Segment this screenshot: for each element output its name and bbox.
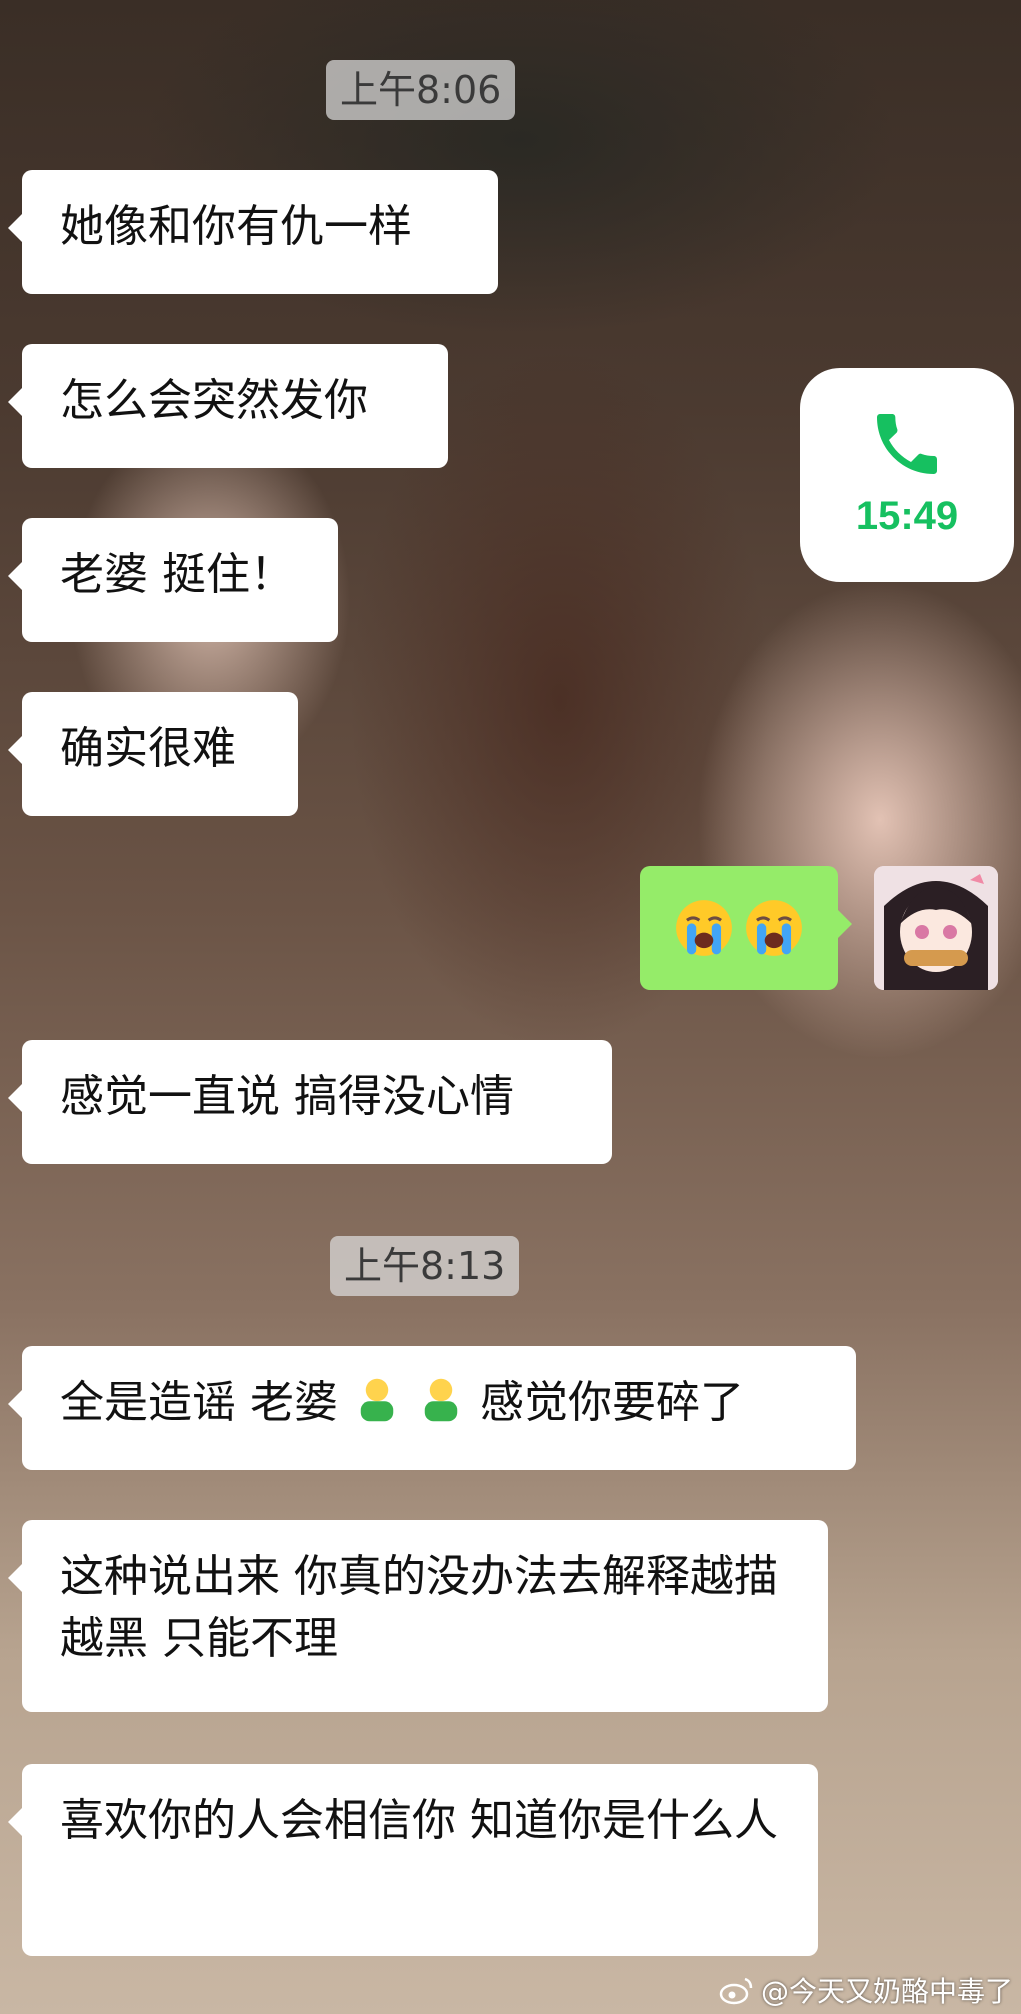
timestamp: 上午8:13 [330, 1236, 520, 1296]
loudly-crying-face-emoji [676, 900, 732, 956]
weibo-watermark: @今天又奶酪中毒了 [719, 1970, 1013, 2010]
message-bubble[interactable]: 确实很难 [8, 692, 298, 816]
message-text: 她像和你有仇一样 [60, 201, 412, 252]
message-text: 喜欢你的人会相信你 知道你是什么人 [60, 1795, 778, 1846]
message-bubble[interactable]: 老婆 挺住！ [8, 518, 338, 642]
message-bubble[interactable]: 全是造谣 老婆 感觉你要碎了 [8, 1346, 856, 1470]
timestamp: 上午8:06 [326, 60, 516, 120]
message-text: 这种说出来 你真的没办法去解释越描越黑 只能不理 [60, 1551, 778, 1664]
sent-emoji-bubble[interactable] [640, 866, 852, 990]
message-text: 确实很难 [60, 723, 236, 774]
loudly-crying-face-emoji [746, 900, 802, 956]
person-bowing-emoji [360, 1378, 394, 1422]
anime-girl-avatar-image [874, 866, 998, 990]
message-text: 老婆 挺住！ [60, 549, 294, 600]
person-bowing-emoji [424, 1378, 458, 1422]
avatar[interactable] [874, 866, 998, 990]
message-text: 怎么会突然发你 [60, 375, 368, 426]
message-text: 全是造谣 老婆 [60, 1377, 338, 1428]
message-text: 感觉一直说 搞得没心情 [60, 1071, 514, 1122]
message-bubble[interactable]: 感觉一直说 搞得没心情 [8, 1040, 612, 1164]
voice-call-message[interactable]: 15:49 [800, 368, 1014, 582]
weibo-icon [719, 1977, 753, 2005]
message-bubble[interactable]: 她像和你有仇一样 [8, 170, 498, 294]
phone-icon [877, 414, 937, 474]
call-duration: 15:49 [855, 494, 959, 538]
message-bubble[interactable]: 怎么会突然发你 [8, 344, 448, 468]
message-text: 感觉你要碎了 [480, 1377, 744, 1428]
message-bubble[interactable]: 喜欢你的人会相信你 知道你是什么人 [8, 1764, 818, 1956]
message-bubble[interactable]: 这种说出来 你真的没办法去解释越描越黑 只能不理 [8, 1520, 828, 1712]
watermark-text: @今天又奶酪中毒了 [760, 1975, 1013, 2008]
